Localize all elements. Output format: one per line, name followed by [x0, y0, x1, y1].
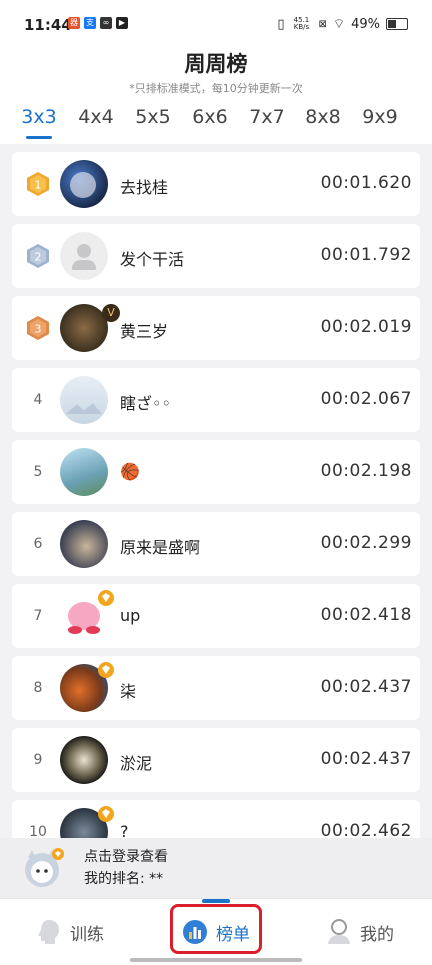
play-app-icon: ▶	[116, 17, 128, 29]
avatar	[60, 448, 108, 496]
link-app-icon: ∞	[100, 17, 112, 29]
battery-icon	[386, 18, 408, 30]
player-name: 淤泥	[120, 754, 153, 773]
tab-8x8[interactable]: 8x8	[298, 106, 348, 128]
ranking-list[interactable]: 1 去找桂 00:01.620 2 发个干活 00:01.792 3 V 黄三岁…	[0, 148, 432, 838]
player-name: 柒	[120, 682, 137, 701]
nav-mine[interactable]: 我的	[326, 899, 394, 965]
player-name: 去找桂	[120, 178, 169, 197]
rank-number: 6	[33, 536, 43, 552]
active-tab-underline	[26, 136, 52, 139]
ranking-row[interactable]: 6 原来是盛啊 00:02.299	[12, 512, 420, 576]
net-speed: 45.1 KB/s	[293, 16, 310, 31]
silver-medal-icon: 2	[26, 243, 50, 269]
avatar	[60, 376, 108, 424]
vip-diamond-icon	[98, 662, 114, 678]
record-time: 00:02.418	[320, 605, 412, 625]
notification-app-icon: 器	[68, 17, 80, 29]
battery-text: 49%	[351, 16, 380, 32]
player-name: up	[120, 606, 141, 625]
ranking-row[interactable]: 8 柒 00:02.437	[12, 656, 420, 720]
record-time: 00:02.067	[320, 389, 412, 409]
player-name: 原来是盛啊	[120, 538, 201, 557]
head-icon	[38, 920, 59, 944]
status-right: ▯ 45.1 KB/s ⊠ ⌔ 49%	[277, 16, 408, 32]
sim-icon: ⊠	[318, 18, 327, 30]
player-name: 发个干活	[120, 250, 185, 269]
svg-text:2: 2	[35, 251, 42, 264]
avatar	[60, 160, 108, 208]
status-bar: 11:44 器 支 ∞ ▶ ▯ 45.1 KB/s ⊠ ⌔ 49%	[0, 0, 432, 40]
tab-5x5[interactable]: 5x5	[128, 106, 178, 128]
ranking-row[interactable]: 1 去找桂 00:01.620	[12, 152, 420, 216]
record-time: 00:02.437	[320, 749, 412, 769]
avatar	[60, 736, 108, 784]
rank-number: 8	[33, 680, 43, 696]
record-time: 00:02.462	[320, 821, 412, 838]
vip-diamond-icon	[98, 590, 114, 606]
header: 周周榜 *只排标准模式，每10分钟更新一次 3x3 4x4 5x5 6x6 7x…	[0, 40, 432, 144]
status-app-icons: 器 支 ∞ ▶	[68, 17, 128, 29]
rank-number: 9	[33, 752, 43, 768]
alipay-icon: 支	[84, 17, 96, 29]
record-time: 00:02.019	[320, 317, 412, 337]
ranking-row[interactable]: 3 V 黄三岁 00:02.019	[12, 296, 420, 360]
nav-mine-label: 我的	[360, 924, 394, 945]
vip-badge-icon: V	[102, 304, 120, 322]
bronze-medal-icon: 3	[26, 315, 50, 341]
record-time: 00:01.620	[320, 173, 412, 193]
record-time: 00:02.437	[320, 677, 412, 697]
page-title: 周周榜	[184, 52, 248, 76]
tab-9x9[interactable]: 9x9	[355, 106, 405, 128]
rank-number: 10	[29, 824, 47, 838]
avatar	[60, 304, 108, 352]
login-prompt-link[interactable]: 点击登录查看	[84, 846, 168, 866]
ranking-row[interactable]: 10 ? 00:02.462	[12, 800, 420, 838]
highlight-box	[170, 904, 262, 954]
vip-diamond-icon	[98, 806, 114, 822]
rank-number: 5	[33, 464, 43, 480]
wifi-icon: ⌔	[332, 17, 346, 32]
rank-number: 4	[33, 392, 43, 408]
default-avatar-icon	[60, 232, 108, 280]
user-icon	[328, 919, 350, 944]
my-rank-text: 我的排名: **	[84, 871, 164, 887]
ranking-row[interactable]: 5 🏀 00:02.198	[12, 440, 420, 504]
tab-4x4[interactable]: 4x4	[71, 106, 121, 128]
tab-7x7[interactable]: 7x7	[242, 106, 292, 128]
my-rank-bar[interactable]: 点击登录查看 我的排名: **	[0, 838, 432, 898]
nav-train[interactable]: 训练	[36, 899, 104, 965]
page-subtitle: *只排标准模式，每10分钟更新一次	[129, 82, 303, 95]
nav-train-label: 训练	[70, 924, 104, 945]
record-time: 00:02.198	[320, 461, 412, 481]
rank-number: 7	[33, 608, 43, 624]
home-indicator[interactable]	[130, 958, 302, 962]
ranking-row[interactable]: 7 up 00:02.418	[12, 584, 420, 648]
status-time: 11:44	[24, 16, 72, 34]
ranking-row[interactable]: 9 淤泥 00:02.437	[12, 728, 420, 792]
gold-medal-icon: 1	[26, 171, 50, 197]
avatar	[60, 520, 108, 568]
svg-text:1: 1	[35, 179, 42, 192]
robot-avatar-icon	[20, 846, 64, 890]
player-name: 🏀	[120, 462, 140, 481]
record-time: 00:01.792	[320, 245, 412, 265]
ranking-row[interactable]: 4 瞎ざ◦◦ 00:02.067	[12, 368, 420, 432]
player-name: 黄三岁	[120, 322, 169, 341]
vibrate-icon: ▯	[277, 16, 285, 32]
svg-text:3: 3	[35, 323, 42, 336]
tab-6x6[interactable]: 6x6	[185, 106, 235, 128]
player-name: ?	[120, 822, 129, 838]
record-time: 00:02.299	[320, 533, 412, 553]
player-name: 瞎ざ◦◦	[120, 394, 171, 413]
tab-3x3[interactable]: 3x3	[14, 106, 64, 128]
size-tabs: 3x3 4x4 5x5 6x6 7x7 8x8 9x9	[0, 106, 432, 139]
ranking-row[interactable]: 2 发个干活 00:01.792	[12, 224, 420, 288]
